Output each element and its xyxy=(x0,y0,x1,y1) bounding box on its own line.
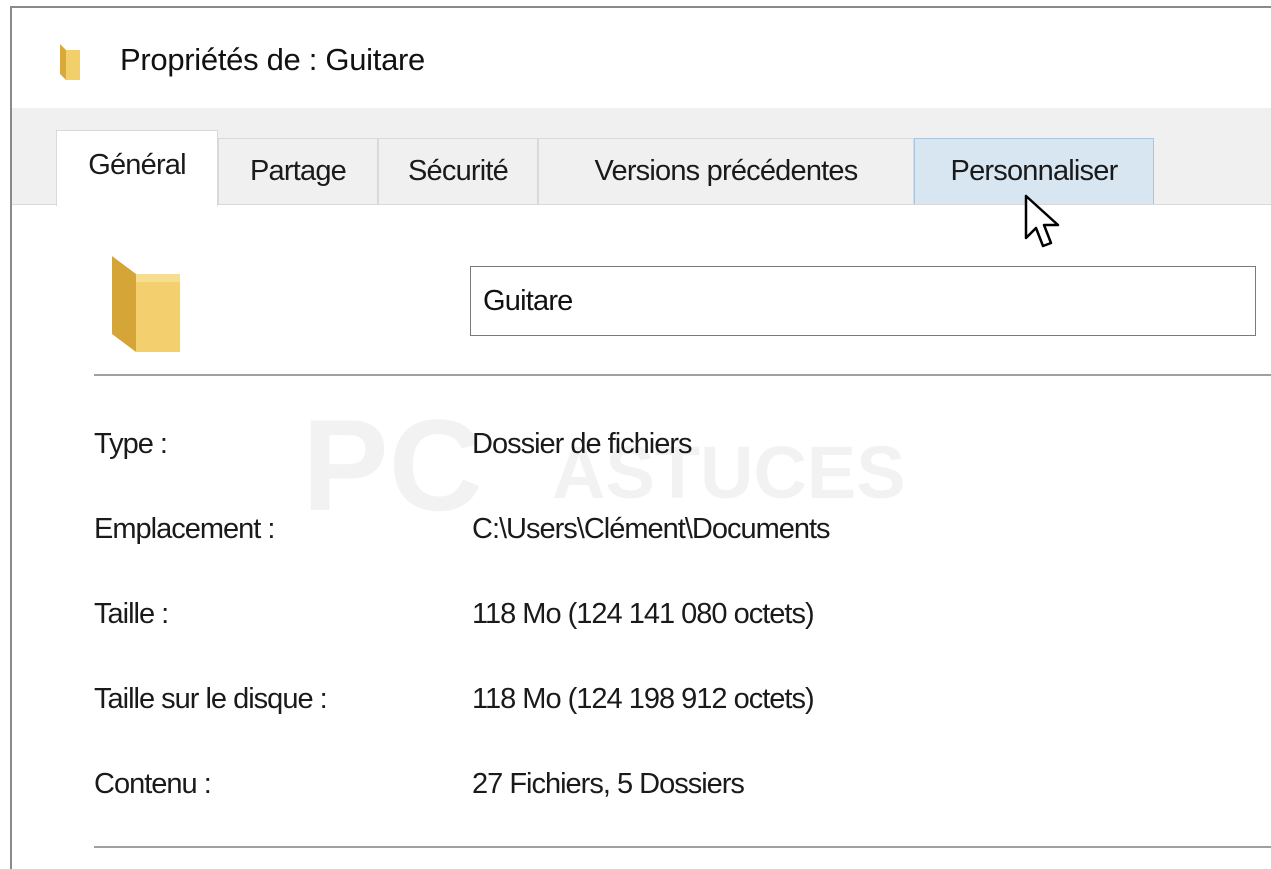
separator-top xyxy=(94,374,1271,376)
mouse-cursor-icon xyxy=(1024,194,1060,248)
location-value: C:\Users\Clément\Documents xyxy=(472,513,831,545)
location-label: Emplacement : xyxy=(94,513,275,545)
properties-dialog: Propriétés de : Guitare Général Partage … xyxy=(10,6,1271,869)
size-value: 118 Mo (124 141 080 octets) xyxy=(472,598,815,630)
title-bar: Propriétés de : Guitare xyxy=(12,8,1271,108)
size-label: Taille : xyxy=(94,598,169,630)
type-value: Dossier de fichiers xyxy=(472,428,693,460)
tab-security[interactable]: Sécurité xyxy=(378,138,538,204)
tab-sharing[interactable]: Partage xyxy=(218,138,378,204)
tab-general[interactable]: Général xyxy=(56,130,218,206)
contents-label: Contenu : xyxy=(94,768,212,800)
folder-icon xyxy=(60,44,80,80)
contents-value: 27 Fichiers, 5 Dossiers xyxy=(472,768,745,800)
tab-previous-versions[interactable]: Versions précédentes xyxy=(538,138,914,204)
folder-name-input[interactable] xyxy=(470,266,1256,336)
size-on-disk-value: 118 Mo (124 198 912 octets) xyxy=(472,683,815,715)
separator-bottom xyxy=(94,846,1271,848)
window-title: Propriétés de : Guitare xyxy=(120,42,425,77)
size-on-disk-label: Taille sur le disque : xyxy=(94,683,328,715)
tab-strip: Général Partage Sécurité Versions précéd… xyxy=(12,108,1271,206)
type-label: Type : xyxy=(94,428,168,460)
folder-large-icon xyxy=(112,256,180,352)
